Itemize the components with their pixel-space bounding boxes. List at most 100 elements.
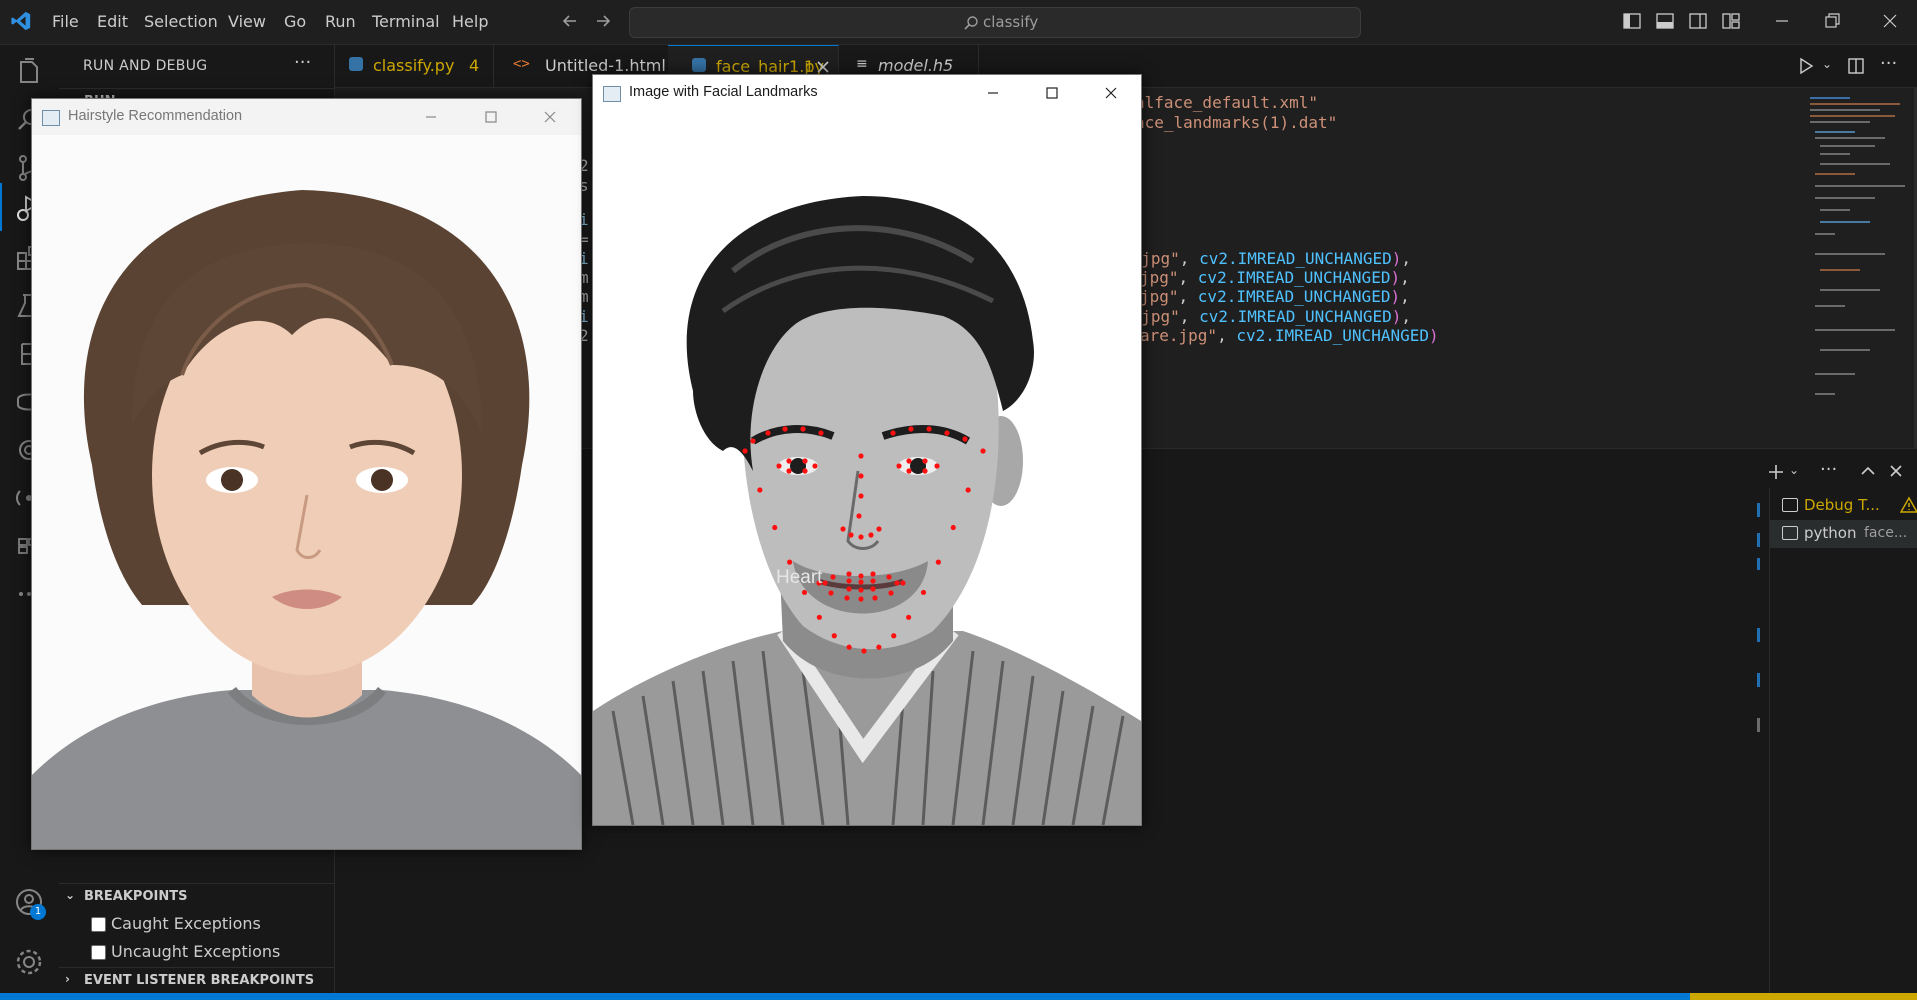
menu-terminal[interactable]: Terminal bbox=[372, 12, 440, 31]
tab-close-icon[interactable] bbox=[816, 60, 830, 74]
caught-exceptions-checkbox[interactable] bbox=[91, 917, 106, 932]
menu-go[interactable]: Go bbox=[284, 12, 306, 31]
tab-classify-py[interactable]: classify.py 4 bbox=[335, 45, 494, 87]
html-file-icon: <> bbox=[513, 56, 530, 72]
landmark-point bbox=[858, 596, 864, 602]
landmark-point bbox=[965, 487, 971, 493]
landmark-point bbox=[908, 426, 914, 432]
window-close-icon[interactable] bbox=[1101, 83, 1121, 103]
command-center-search[interactable]: classify bbox=[629, 7, 1361, 38]
landmark-point bbox=[876, 644, 882, 650]
landmark-point bbox=[886, 574, 892, 580]
landmark-point bbox=[858, 473, 864, 479]
window-restore-icon[interactable] bbox=[1822, 11, 1842, 31]
landmark-point bbox=[861, 648, 867, 654]
landmark-point bbox=[772, 524, 778, 531]
split-editor-icon[interactable] bbox=[1847, 57, 1865, 75]
toggle-panel-icon[interactable] bbox=[1655, 11, 1675, 31]
window-title: Image with Facial Landmarks bbox=[629, 84, 818, 100]
panel-more-actions-icon[interactable]: ··· bbox=[1820, 459, 1837, 480]
menu-file[interactable]: File bbox=[52, 12, 79, 31]
tab-label: model.h5 bbox=[878, 56, 954, 75]
accounts-badge: 1 bbox=[30, 904, 46, 920]
landmark-point bbox=[776, 463, 782, 469]
landmark-point bbox=[750, 438, 756, 444]
window-titlebar[interactable]: Image with Facial Landmarks bbox=[593, 75, 1141, 111]
landmark-point bbox=[846, 571, 852, 577]
window-minimize-icon[interactable] bbox=[421, 107, 441, 127]
window-close-icon[interactable] bbox=[1880, 11, 1900, 31]
breakpoints-section-header[interactable]: ⌄ BREAKPOINTS bbox=[59, 883, 334, 910]
landmark-point bbox=[962, 436, 968, 442]
landmark-point bbox=[920, 589, 927, 596]
landmark-point bbox=[812, 463, 818, 469]
forward-arrow-icon[interactable] bbox=[593, 11, 613, 31]
code-line: ace_landmarks(1).dat" bbox=[1135, 113, 1338, 132]
code-line: t.jpg", cv2.IMREAD_UNCHANGED), bbox=[1122, 249, 1411, 268]
new-terminal-plus-icon[interactable] bbox=[1767, 463, 1785, 481]
breakpoints-label: BREAKPOINTS bbox=[84, 889, 188, 904]
landmark-point bbox=[870, 578, 876, 584]
editor-more-actions-icon[interactable]: ··· bbox=[1880, 53, 1897, 74]
minimap[interactable] bbox=[1790, 93, 1910, 413]
window-minimize-icon[interactable] bbox=[983, 83, 1003, 103]
code-line: jpg", cv2.IMREAD_UNCHANGED), bbox=[1140, 287, 1410, 306]
back-arrow-icon[interactable] bbox=[560, 11, 580, 31]
app-window-icon bbox=[603, 86, 621, 102]
menu-selection[interactable]: Selection bbox=[144, 12, 218, 31]
window-maximize-icon[interactable] bbox=[1042, 83, 1062, 103]
code-line: are.jpg", cv2.IMREAD_UNCHANGED) bbox=[1140, 326, 1439, 345]
run-options-chevron-icon[interactable]: ⌄ bbox=[1822, 57, 1832, 71]
landmark-point bbox=[906, 614, 912, 620]
landmark-point bbox=[830, 574, 836, 580]
landmark-point bbox=[802, 468, 808, 474]
python-file-icon bbox=[692, 58, 706, 72]
command-center-text: classify bbox=[983, 13, 1039, 31]
landmark-point bbox=[944, 430, 950, 436]
landmark-point bbox=[935, 559, 941, 565]
terminal-profile-chevron-icon[interactable]: ⌄ bbox=[1789, 463, 1799, 477]
window-minimize-icon[interactable] bbox=[1772, 11, 1792, 31]
landmark-point bbox=[846, 578, 852, 584]
toggle-sidebar-icon[interactable] bbox=[1622, 11, 1642, 31]
window-title: Hairstyle Recommendation bbox=[68, 108, 243, 124]
explorer-icon[interactable] bbox=[12, 55, 46, 89]
landmark-point bbox=[782, 426, 788, 432]
close-panel-icon[interactable] bbox=[1888, 463, 1904, 479]
run-python-file-icon[interactable] bbox=[1797, 57, 1815, 75]
uncaught-exceptions-label: Uncaught Exceptions bbox=[111, 942, 281, 961]
app-window-icon bbox=[42, 110, 60, 126]
window-titlebar[interactable]: Hairstyle Recommendation bbox=[32, 99, 581, 135]
event-listener-breakpoints-header[interactable]: › EVENT LISTENER BREAKPOINTS bbox=[59, 967, 334, 994]
terminal-item-label: python bbox=[1804, 524, 1857, 542]
landmark-point bbox=[846, 586, 852, 592]
landmark-point bbox=[891, 633, 897, 639]
landmark-point bbox=[828, 590, 834, 596]
toggle-secondary-sidebar-icon[interactable] bbox=[1688, 11, 1708, 31]
maximize-panel-chevron-up-icon[interactable] bbox=[1860, 463, 1876, 479]
sidebar-more-actions-icon[interactable]: ··· bbox=[294, 52, 311, 73]
landmark-point bbox=[870, 571, 876, 577]
landmark-point bbox=[858, 534, 864, 540]
hairstyle-recommendation-image bbox=[32, 135, 581, 849]
chevron-right-icon: › bbox=[65, 972, 70, 986]
landmark-point bbox=[787, 559, 793, 565]
settings-gear-icon[interactable] bbox=[12, 945, 46, 979]
uncaught-exceptions-checkbox[interactable] bbox=[91, 945, 106, 960]
scroll-marker bbox=[1757, 503, 1760, 517]
window-maximize-icon[interactable] bbox=[481, 107, 501, 127]
landmark-point bbox=[934, 463, 940, 469]
terminal-item-label: Debug T... bbox=[1804, 496, 1880, 514]
menu-view[interactable]: View bbox=[228, 12, 266, 31]
menu-edit[interactable]: Edit bbox=[97, 12, 128, 31]
facial-landmarks-image: Heart bbox=[593, 111, 1141, 825]
menu-run[interactable]: Run bbox=[325, 12, 356, 31]
customize-layout-icon[interactable] bbox=[1721, 11, 1741, 31]
menu-help[interactable]: Help bbox=[452, 12, 488, 31]
warning-icon bbox=[1900, 496, 1917, 513]
landmark-point bbox=[786, 458, 792, 464]
active-view-indicator bbox=[0, 183, 2, 231]
landmark-point bbox=[896, 463, 902, 469]
window-close-icon[interactable] bbox=[540, 107, 560, 127]
scroll-marker bbox=[1757, 628, 1760, 642]
